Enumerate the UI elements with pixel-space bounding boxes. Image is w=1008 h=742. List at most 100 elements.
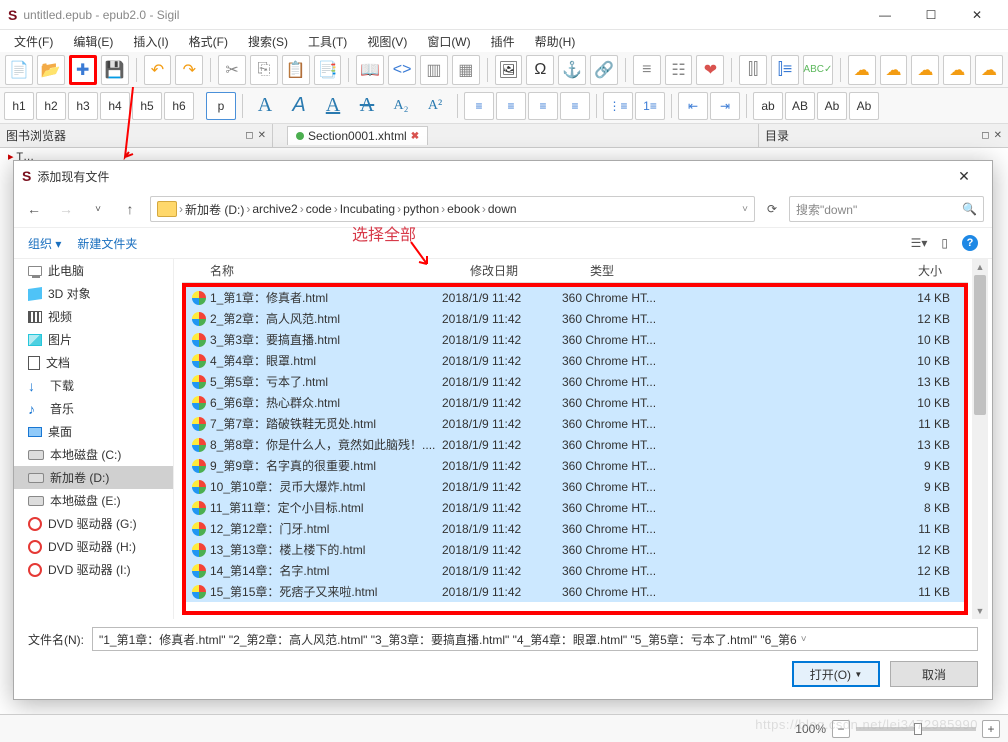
- case-upper[interactable]: AB: [785, 92, 815, 120]
- h3-button[interactable]: h3: [68, 92, 98, 120]
- search-icon[interactable]: 🔍: [962, 202, 977, 216]
- font-sup[interactable]: A²: [419, 91, 451, 121]
- menu-format[interactable]: 格式(F): [181, 31, 236, 52]
- tree-item[interactable]: 此电脑: [14, 259, 173, 282]
- copy-button[interactable]: ⎘: [250, 55, 278, 85]
- new-button[interactable]: 📄: [5, 55, 33, 85]
- toc-button[interactable]: ≡: [633, 55, 661, 85]
- menu-window[interactable]: 窗口(W): [419, 31, 478, 52]
- menu-view[interactable]: 视图(V): [359, 31, 415, 52]
- scroll-down-icon[interactable]: ▼: [972, 603, 988, 619]
- crumb[interactable]: 新加卷 (D:): [185, 201, 244, 218]
- image-button[interactable]: 🖼: [495, 55, 523, 85]
- list-number[interactable]: 1≡: [635, 92, 665, 120]
- col-date[interactable]: 修改日期: [470, 262, 590, 279]
- panel-close-icon[interactable]: ✕: [994, 130, 1002, 141]
- open-button[interactable]: 📂: [37, 55, 65, 85]
- file-row[interactable]: 5_第5章：亏本了.html2018/1/9 11:42360 Chrome H…: [186, 371, 964, 392]
- crumb[interactable]: ebook: [447, 202, 480, 216]
- preview-button[interactable]: ▦: [452, 55, 480, 85]
- file-row[interactable]: 10_第10章：灵币大爆炸.html2018/1/9 11:42360 Chro…: [186, 476, 964, 497]
- file-row[interactable]: 6_第6章：热心群众.html2018/1/9 11:42360 Chrome …: [186, 392, 964, 413]
- book-view-button[interactable]: 📖: [356, 55, 384, 85]
- tree-item[interactable]: 文档: [14, 351, 173, 374]
- organize-menu[interactable]: 组织 ▾: [28, 235, 61, 252]
- file-list-scrollbar[interactable]: ▲ ▼: [972, 259, 988, 619]
- plugin2-button[interactable]: ☁: [880, 55, 908, 85]
- tree-item[interactable]: DVD 驱动器 (G:): [14, 512, 173, 535]
- validate2-button[interactable]: ⫿≡: [771, 55, 799, 85]
- tree-item[interactable]: 3D 对象: [14, 282, 173, 305]
- case-sentence[interactable]: Ab: [849, 92, 879, 120]
- undo-button[interactable]: ↶: [144, 55, 172, 85]
- link-button[interactable]: 🔗: [590, 55, 618, 85]
- code-view-button[interactable]: <>: [388, 55, 416, 85]
- menu-edit[interactable]: 编辑(E): [65, 31, 121, 52]
- add-existing-button[interactable]: ✚: [69, 55, 97, 85]
- metadata-button[interactable]: ☷: [665, 55, 693, 85]
- file-row[interactable]: 7_第7章：踏破铁鞋无觅处.html2018/1/9 11:42360 Chro…: [186, 413, 964, 434]
- validate-button[interactable]: ⫿⫿: [739, 55, 767, 85]
- crumb[interactable]: Incubating: [340, 202, 395, 216]
- menu-search[interactable]: 搜索(S): [240, 31, 296, 52]
- help-icon[interactable]: ?: [962, 235, 978, 251]
- font-a1[interactable]: A: [249, 91, 281, 121]
- file-row[interactable]: 14_第14章：名字.html2018/1/9 11:42360 Chrome …: [186, 560, 964, 581]
- anchor-button[interactable]: ⚓: [558, 55, 586, 85]
- indent-inc[interactable]: ⇥: [710, 92, 740, 120]
- plugin3-button[interactable]: ☁: [911, 55, 939, 85]
- filename-input[interactable]: "1_第1章：修真者.html" "2_第2章：高人风范.html" "3_第3…: [92, 627, 978, 651]
- split-view-button[interactable]: ▥: [420, 55, 448, 85]
- panel-float-icon[interactable]: ◻: [981, 130, 989, 141]
- h5-button[interactable]: h5: [132, 92, 162, 120]
- file-row[interactable]: 12_第12章：门牙.html2018/1/9 11:42360 Chrome …: [186, 518, 964, 539]
- align-center[interactable]: ≡: [496, 92, 526, 120]
- col-type[interactable]: 类型: [590, 262, 740, 279]
- save-button[interactable]: 💾: [101, 55, 129, 85]
- nav-back[interactable]: ←: [22, 201, 46, 217]
- preview-pane-button[interactable]: ▯: [941, 236, 948, 250]
- tree-item[interactable]: 本地磁盘 (C:): [14, 443, 173, 466]
- case-title[interactable]: Ab: [817, 92, 847, 120]
- tree-item[interactable]: 本地磁盘 (E:): [14, 489, 173, 512]
- crumb[interactable]: down: [488, 202, 517, 216]
- align-justify[interactable]: ≡: [560, 92, 590, 120]
- file-row[interactable]: 4_第4章：眼罩.html2018/1/9 11:42360 Chrome HT…: [186, 350, 964, 371]
- font-a2[interactable]: A: [283, 91, 315, 121]
- tree-item[interactable]: ↓下载: [14, 374, 173, 397]
- special-char-button[interactable]: Ω: [526, 55, 554, 85]
- col-size[interactable]: 大小: [740, 262, 960, 279]
- close-button[interactable]: ✕: [954, 0, 1000, 30]
- panel-float-icon[interactable]: ◻: [245, 130, 253, 141]
- open-button[interactable]: 打开(O) ▼: [792, 661, 880, 687]
- breadcrumb-bar[interactable]: › 新加卷 (D:)› archive2› code› Incubating› …: [150, 196, 755, 222]
- crumb[interactable]: archive2: [252, 202, 297, 216]
- nav-refresh[interactable]: ⟳: [767, 202, 777, 216]
- spellcheck-button[interactable]: ABC✓: [803, 55, 833, 85]
- cancel-button[interactable]: 取消: [890, 661, 978, 687]
- tree-item[interactable]: DVD 驱动器 (I:): [14, 558, 173, 581]
- align-right[interactable]: ≡: [528, 92, 558, 120]
- tree-item[interactable]: 新加卷 (D:): [14, 466, 173, 489]
- plugin5-button[interactable]: ☁: [975, 55, 1003, 85]
- scroll-thumb[interactable]: [974, 275, 986, 415]
- search-input[interactable]: 搜索"down" 🔍: [789, 196, 984, 222]
- col-name[interactable]: 名称: [210, 262, 470, 279]
- menu-file[interactable]: 文件(F): [6, 31, 61, 52]
- menu-insert[interactable]: 插入(I): [125, 31, 176, 52]
- h6-button[interactable]: h6: [164, 92, 194, 120]
- nav-forward[interactable]: →: [54, 201, 78, 217]
- nav-up[interactable]: ↑: [118, 201, 142, 217]
- paste-button[interactable]: 📋: [282, 55, 310, 85]
- dialog-close-button[interactable]: ✕: [944, 168, 984, 185]
- favorite-button[interactable]: ❤: [696, 55, 724, 85]
- editor-tab[interactable]: Section0001.xhtml ✖: [287, 126, 428, 145]
- crumb[interactable]: code: [306, 202, 332, 216]
- file-row[interactable]: 15_第15章：死痞子又来啦.html2018/1/9 11:42360 Chr…: [186, 581, 964, 602]
- file-row[interactable]: 3_第3章：要搞直播.html2018/1/9 11:42360 Chrome …: [186, 329, 964, 350]
- font-a4[interactable]: A: [351, 91, 383, 121]
- file-row[interactable]: 8_第8章：你是什么人，竟然如此脑残！....2018/1/9 11:42360…: [186, 434, 964, 455]
- file-row[interactable]: 13_第13章：楼上楼下的.html2018/1/9 11:42360 Chro…: [186, 539, 964, 560]
- nav-recent[interactable]: ˅: [86, 204, 110, 215]
- indent-dec[interactable]: ⇤: [678, 92, 708, 120]
